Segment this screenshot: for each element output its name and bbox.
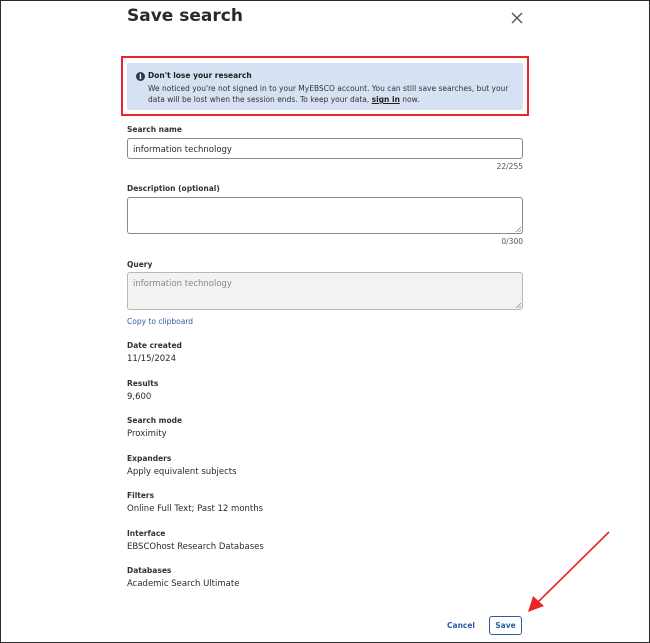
query-text: information technology	[133, 279, 232, 289]
alert-body: We noticed you're not signed in to your …	[148, 83, 520, 105]
copy-to-clipboard-link[interactable]: Copy to clipboard	[127, 317, 193, 326]
sign-in-link[interactable]: sign in	[372, 95, 400, 104]
description-label: Description (optional)	[127, 184, 220, 193]
detail-value: Apply equivalent subjects	[127, 467, 237, 477]
alert-body-tail: now.	[399, 95, 420, 104]
save-button[interactable]: Save	[489, 616, 522, 635]
search-name-label: Search name	[127, 125, 182, 134]
detail-label: Results	[127, 379, 159, 388]
dialog-title: Save search	[127, 6, 243, 26]
detail-label: Expanders	[127, 454, 172, 463]
sign-in-alert: i Don't lose your research We noticed yo…	[127, 63, 523, 110]
detail-value: EBSCOhost Research Databases	[127, 542, 264, 552]
alert-body-text: We noticed you're not signed in to your …	[148, 84, 509, 104]
query-label: Query	[127, 260, 153, 269]
cancel-button[interactable]: Cancel	[447, 621, 475, 630]
info-icon: i	[136, 72, 145, 81]
detail-label: Filters	[127, 491, 155, 500]
query-field: information technology	[127, 272, 523, 310]
detail-value: Online Full Text; Past 12 months	[127, 504, 264, 514]
search-name-counter: 22/255	[496, 162, 523, 171]
detail-label: Databases	[127, 566, 172, 575]
detail-label: Search mode	[127, 416, 183, 425]
resize-grip-icon	[515, 302, 521, 308]
detail-value: 9,600	[127, 392, 152, 402]
detail-value: Academic Search Ultimate	[127, 579, 240, 589]
detail-value: Proximity	[127, 429, 167, 439]
description-field[interactable]	[127, 197, 523, 234]
resize-grip-icon[interactable]	[515, 226, 521, 232]
detail-label: Date created	[127, 341, 182, 350]
detail-label: Interface	[127, 529, 166, 538]
alert-title: Don't lose your research	[148, 71, 252, 80]
detail-value: 11/15/2024	[127, 354, 176, 364]
search-name-input[interactable]: information technology	[127, 138, 523, 159]
description-counter: 0/300	[501, 237, 523, 246]
red-arrow-annotation	[528, 531, 610, 612]
close-icon[interactable]	[508, 9, 526, 27]
